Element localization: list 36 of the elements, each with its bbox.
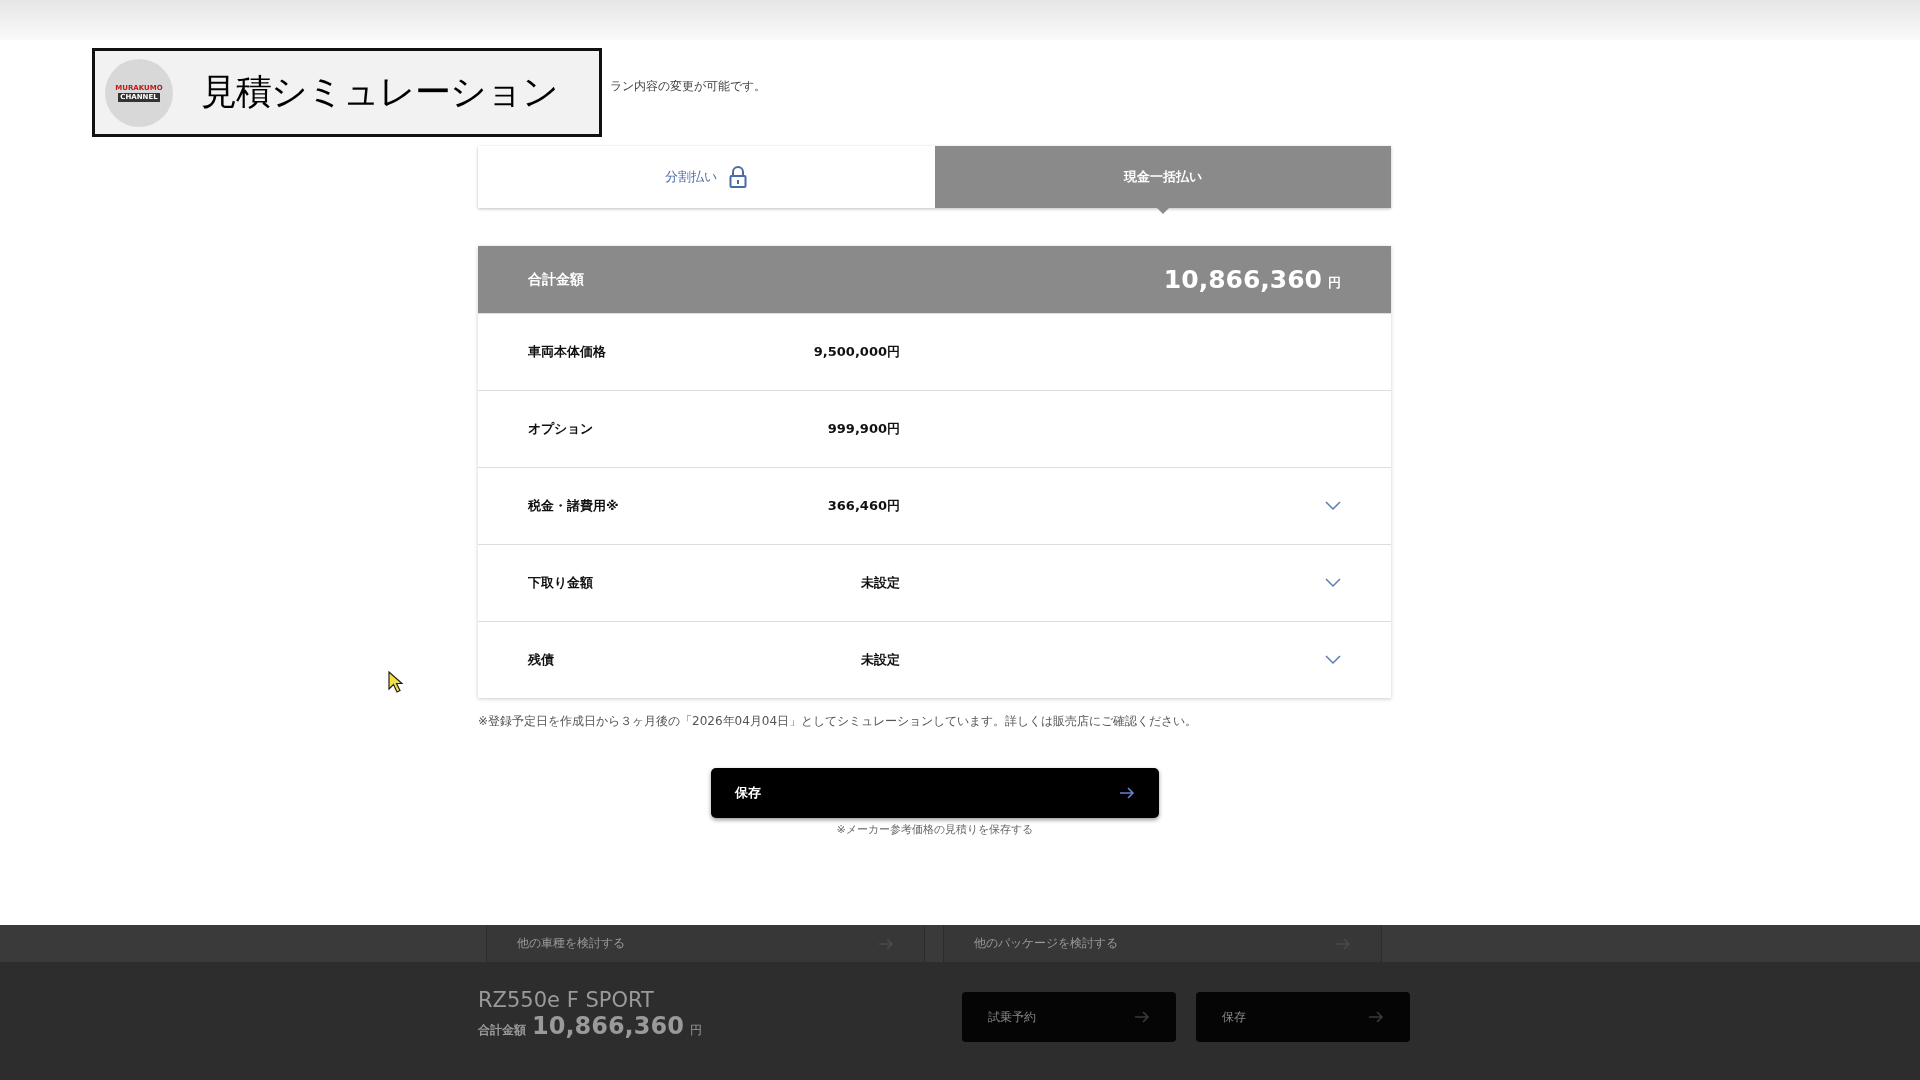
total-amount: 10,866,360 <box>532 1012 684 1040</box>
tab-pointer-icon <box>1156 208 1169 214</box>
row-value: 999,900円 <box>826 420 900 438</box>
model-name: RZ550e F SPORT <box>478 988 655 1012</box>
save-button[interactable]: 保存 <box>710 768 1159 818</box>
currency-unit: 円 <box>689 1022 702 1039</box>
total-label: 合計金額 <box>478 1022 526 1039</box>
row-label: 税金・諸費用※ <box>528 497 620 515</box>
arrow-right-icon <box>1118 787 1135 799</box>
row-label: 下取り金額 <box>528 574 594 592</box>
action-button[interactable]: 試乗予約 <box>962 992 1176 1042</box>
footer-link[interactable]: 他の車種を検討する <box>486 925 925 962</box>
row-value: 未設定 <box>860 574 900 592</box>
arrow-right-icon <box>1134 1011 1150 1023</box>
row-label: 車両本体価格 <box>528 343 607 361</box>
row-value: 9,500,000円 <box>812 343 900 361</box>
chevron-down-icon[interactable] <box>1325 501 1341 511</box>
banner-title: 見積シミュレーション <box>201 70 558 114</box>
footer-link[interactable]: 他のパッケージを検討する <box>943 925 1382 962</box>
payment-tab[interactable]: 現金一括払い <box>934 146 1391 208</box>
currency-unit: 円 <box>1328 273 1341 292</box>
save-note: ※メーカー参考価格の見積りを保存する <box>836 822 1033 837</box>
mouse-cursor-icon <box>388 671 404 693</box>
payment-tab[interactable]: 分割払い <box>478 146 935 208</box>
row-value: 未設定 <box>860 651 900 669</box>
subtitle: ラン内容の変更が可能です。 <box>610 78 766 95</box>
action-button[interactable]: 保存 <box>1196 992 1410 1042</box>
chevron-down-icon[interactable] <box>1325 655 1341 665</box>
row-label: オプション <box>528 420 594 438</box>
arrow-right-icon <box>1368 1011 1384 1023</box>
total-amount: 10,866,360 <box>1163 265 1322 294</box>
chevron-down-icon[interactable] <box>1325 578 1341 588</box>
row-value: 366,460円 <box>826 497 900 515</box>
row-label: 残債 <box>528 651 555 669</box>
total-label: 合計金額 <box>528 270 585 289</box>
footnote: ※登録予定日を作成日から３ヶ月後の「2026年04月04日」としてシミュレーションしています。詳しくは販売店にご確認ください。 <box>478 713 1199 730</box>
